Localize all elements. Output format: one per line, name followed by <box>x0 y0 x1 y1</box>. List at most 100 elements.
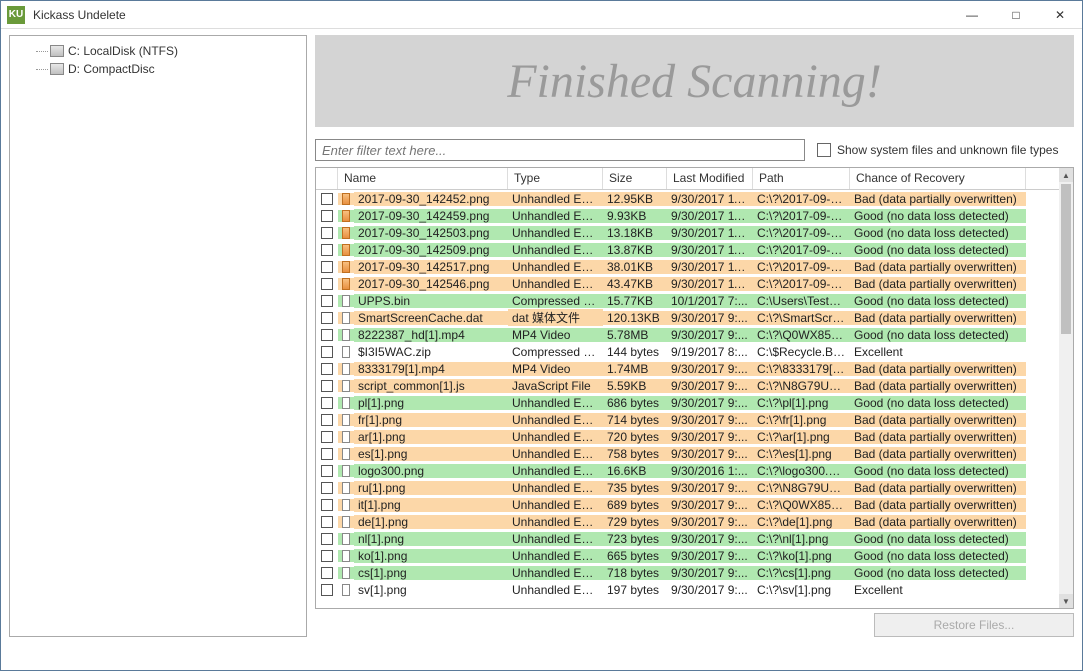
scroll-up-icon[interactable]: ▲ <box>1059 168 1073 182</box>
cell-modified: 9/30/2017 9:... <box>667 566 753 580</box>
file-icon <box>338 193 354 205</box>
cell-modified: 9/30/2017 9:... <box>667 311 753 325</box>
table-row[interactable]: UPPS.binCompressed File...15.77KB10/1/20… <box>316 292 1059 309</box>
restore-button[interactable]: Restore Files... <box>874 613 1074 637</box>
table-row[interactable]: 2017-09-30_142503.pngUnhandled Exte...13… <box>316 224 1059 241</box>
cell-modified: 9/30/2016 1:... <box>667 464 753 478</box>
filter-input[interactable] <box>315 139 805 161</box>
cell-recovery: Bad (data partially overwritten) <box>850 192 1026 206</box>
row-checkbox[interactable] <box>316 244 338 256</box>
table-row[interactable]: ar[1].pngUnhandled Exte...720 bytes9/30/… <box>316 428 1059 445</box>
table-row[interactable]: pl[1].pngUnhandled Exte...686 bytes9/30/… <box>316 394 1059 411</box>
row-checkbox[interactable] <box>316 499 338 511</box>
row-checkbox[interactable] <box>316 193 338 205</box>
table-row[interactable]: 2017-09-30_142546.pngUnhandled Exte...43… <box>316 275 1059 292</box>
col-modified[interactable]: Last Modified <box>667 168 753 189</box>
row-checkbox[interactable] <box>316 312 338 324</box>
table-row[interactable]: ko[1].pngUnhandled Exte...665 bytes9/30/… <box>316 547 1059 564</box>
cell-size: 689 bytes <box>603 498 667 512</box>
row-checkbox[interactable] <box>316 414 338 426</box>
cell-type: Unhandled Exte... <box>508 226 603 240</box>
scroll-thumb[interactable] <box>1061 184 1071 334</box>
row-checkbox[interactable] <box>316 227 338 239</box>
table-row[interactable]: nl[1].pngUnhandled Exte...723 bytes9/30/… <box>316 530 1059 547</box>
row-checkbox[interactable] <box>316 516 338 528</box>
row-checkbox[interactable] <box>316 261 338 273</box>
cell-modified: 9/30/2017 9:... <box>667 583 753 597</box>
cell-modified: 9/30/2017 9:... <box>667 379 753 393</box>
table-row[interactable]: 2017-09-30_142509.pngUnhandled Exte...13… <box>316 241 1059 258</box>
cell-recovery: Good (no data loss detected) <box>850 209 1026 223</box>
cell-name: SmartScreenCache.dat <box>354 311 508 325</box>
cell-name: pl[1].png <box>354 396 508 410</box>
drive-item-c[interactable]: C: LocalDisk (NTFS) <box>16 42 300 60</box>
table-row[interactable]: fr[1].pngUnhandled Exte...714 bytes9/30/… <box>316 411 1059 428</box>
row-checkbox[interactable] <box>316 584 338 596</box>
row-checkbox[interactable] <box>316 482 338 494</box>
table-row[interactable]: ru[1].pngUnhandled Exte...735 bytes9/30/… <box>316 479 1059 496</box>
file-table: Name Type Size Last Modified Path Chance… <box>315 167 1074 609</box>
show-system-checkbox[interactable] <box>817 143 831 157</box>
row-checkbox[interactable] <box>316 380 338 392</box>
cell-size: 13.87KB <box>603 243 667 257</box>
row-checkbox[interactable] <box>316 346 338 358</box>
row-checkbox[interactable] <box>316 550 338 562</box>
table-row[interactable]: logo300.pngUnhandled Exte...16.6KB9/30/2… <box>316 462 1059 479</box>
row-checkbox[interactable] <box>316 533 338 545</box>
file-icon <box>338 278 354 290</box>
drive-item-d[interactable]: D: CompactDisc <box>16 60 300 78</box>
file-icon <box>338 414 354 426</box>
table-row[interactable]: sv[1].pngUnhandled Exte...197 bytes9/30/… <box>316 581 1059 598</box>
row-checkbox[interactable] <box>316 397 338 409</box>
cell-size: 723 bytes <box>603 532 667 546</box>
table-row[interactable]: 8333179[1].mp4MP4 Video1.74MB9/30/2017 9… <box>316 360 1059 377</box>
cell-type: Unhandled Exte... <box>508 209 603 223</box>
row-checkbox[interactable] <box>316 465 338 477</box>
row-checkbox[interactable] <box>316 329 338 341</box>
cell-size: 16.6KB <box>603 464 667 478</box>
cell-path: C:\?\2017-09-3... <box>753 277 850 291</box>
cell-modified: 9/30/2017 9:... <box>667 447 753 461</box>
table-row[interactable]: es[1].pngUnhandled Exte...758 bytes9/30/… <box>316 445 1059 462</box>
cell-name: UPPS.bin <box>354 294 508 308</box>
col-recovery[interactable]: Chance of Recovery <box>850 168 1026 189</box>
table-row[interactable]: script_common[1].jsJavaScript File5.59KB… <box>316 377 1059 394</box>
cell-modified: 9/30/2017 9:... <box>667 362 753 376</box>
table-row[interactable]: 2017-09-30_142459.pngUnhandled Exte...9.… <box>316 207 1059 224</box>
cell-name: $I3I5WAC.zip <box>354 345 508 359</box>
scrollbar[interactable]: ▲ ▼ <box>1059 168 1073 608</box>
cell-modified: 9/30/2017 9:... <box>667 413 753 427</box>
maximize-button[interactable]: □ <box>994 1 1038 29</box>
table-row[interactable]: 8222387_hd[1].mp4MP4 Video5.78MB9/30/201… <box>316 326 1059 343</box>
cell-size: 13.18KB <box>603 226 667 240</box>
row-checkbox[interactable] <box>316 278 338 290</box>
table-row[interactable]: cs[1].pngUnhandled Exte...718 bytes9/30/… <box>316 564 1059 581</box>
row-checkbox[interactable] <box>316 431 338 443</box>
col-size[interactable]: Size <box>603 168 667 189</box>
table-row[interactable]: 2017-09-30_142452.pngUnhandled Exte...12… <box>316 190 1059 207</box>
cell-size: 686 bytes <box>603 396 667 410</box>
table-row[interactable]: 2017-09-30_142517.pngUnhandled Exte...38… <box>316 258 1059 275</box>
cell-name: ko[1].png <box>354 549 508 563</box>
table-row[interactable]: it[1].pngUnhandled Exte...689 bytes9/30/… <box>316 496 1059 513</box>
col-path[interactable]: Path <box>753 168 850 189</box>
close-button[interactable]: ✕ <box>1038 1 1082 29</box>
row-checkbox[interactable] <box>316 363 338 375</box>
cell-size: 5.59KB <box>603 379 667 393</box>
cell-path: C:\?\Q0WX85J... <box>753 328 850 342</box>
row-checkbox[interactable] <box>316 448 338 460</box>
table-row[interactable]: $I3I5WAC.zipCompressed File...144 bytes9… <box>316 343 1059 360</box>
cell-type: Unhandled Exte... <box>508 464 603 478</box>
minimize-button[interactable]: — <box>950 1 994 29</box>
scroll-down-icon[interactable]: ▼ <box>1059 594 1073 608</box>
row-checkbox[interactable] <box>316 210 338 222</box>
row-checkbox[interactable] <box>316 295 338 307</box>
table-row[interactable]: SmartScreenCache.datdat 媒体文件120.13KB9/30… <box>316 309 1059 326</box>
row-checkbox[interactable] <box>316 567 338 579</box>
col-type[interactable]: Type <box>508 168 603 189</box>
cell-modified: 9/30/2017 9:... <box>667 481 753 495</box>
cell-path: C:\?\cs[1].png <box>753 566 850 580</box>
cell-name: nl[1].png <box>354 532 508 546</box>
col-name[interactable]: Name <box>338 168 508 189</box>
table-row[interactable]: de[1].pngUnhandled Exte...729 bytes9/30/… <box>316 513 1059 530</box>
